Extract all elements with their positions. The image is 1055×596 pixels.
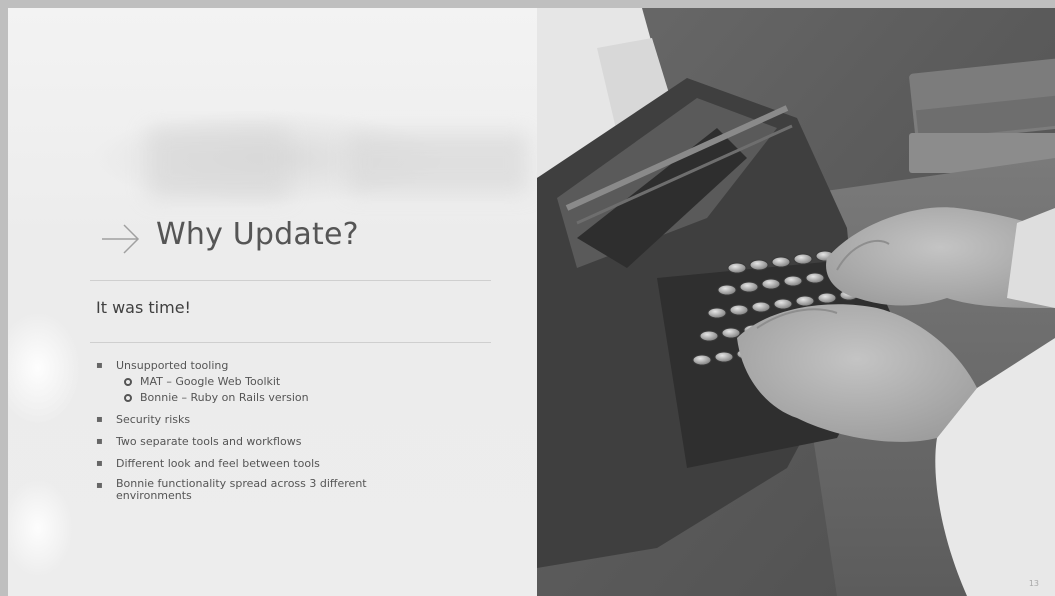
bullet-list: ▪ Unsupported tooling MAT – Google Web T… [96, 358, 426, 508]
square-bullet-icon: ▪ [96, 480, 103, 491]
sub-bullet-text: MAT – Google Web Toolkit [140, 375, 281, 388]
slide-title: Why Update? [156, 217, 359, 252]
sub-bullet-text: Bonnie – Ruby on Rails version [140, 391, 309, 404]
bullet-item: ▪ Bonnie functionality spread across 3 d… [96, 478, 426, 502]
bullet-text: Bonnie functionality spread across 3 dif… [116, 477, 367, 502]
typewriter-hands-photo [537, 8, 1055, 596]
square-bullet-icon: ▪ [96, 458, 103, 469]
square-bullet-icon: ▪ [96, 360, 103, 371]
page-number: 13 [1028, 579, 1039, 588]
hollow-circle-icon [124, 394, 132, 402]
slide: Why Update? It was time! ▪ Unsupported t… [8, 8, 1055, 596]
bullet-text: Unsupported tooling [116, 359, 229, 372]
bullet-item: ▪ Unsupported tooling MAT – Google Web T… [96, 358, 426, 406]
sub-bullet-item: Bonnie – Ruby on Rails version [96, 390, 426, 406]
sub-bullet-item: MAT – Google Web Toolkit [96, 374, 426, 390]
bullet-item: ▪ Security risks [96, 412, 426, 428]
bullet-item: ▪ Different look and feel between tools [96, 456, 426, 472]
bullet-text: Different look and feel between tools [116, 457, 320, 470]
hollow-circle-icon [124, 378, 132, 386]
divider [90, 342, 491, 343]
divider [90, 280, 491, 281]
blurred-shape [148, 128, 288, 198]
blurred-shape [348, 133, 528, 193]
slide-subtitle: It was time! [96, 298, 191, 317]
arrow-right-icon [102, 224, 140, 254]
bullet-text: Security risks [116, 413, 191, 426]
bullet-text: Two separate tools and workflows [116, 435, 302, 448]
square-bullet-icon: ▪ [96, 414, 103, 425]
square-bullet-icon: ▪ [96, 436, 103, 447]
bullet-item: ▪ Two separate tools and workflows [96, 434, 426, 450]
